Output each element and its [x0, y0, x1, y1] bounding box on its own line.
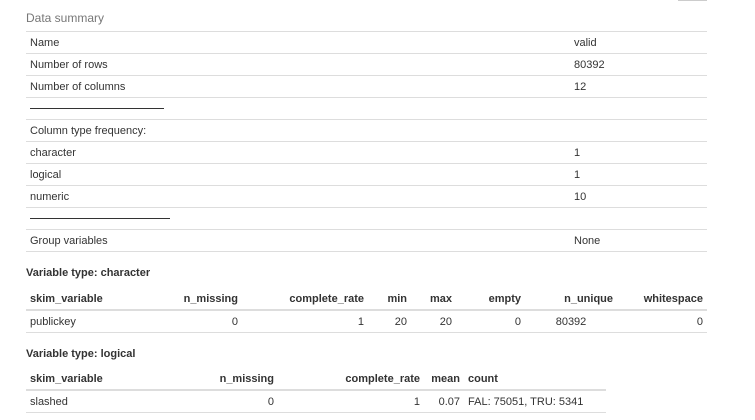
- page: Data summary Name valid Number of rows 8…: [0, 0, 755, 420]
- summary-value: 12: [570, 75, 707, 98]
- character-variables-table: skim_variable n_missing complete_rate mi…: [26, 288, 707, 333]
- summary-separator: [26, 207, 570, 230]
- separator-line: [30, 108, 164, 110]
- summary-label: Number of rows: [26, 53, 570, 76]
- table-cell: 1: [242, 310, 368, 333]
- column-header: max: [411, 288, 456, 311]
- summary-label: Name: [26, 31, 570, 54]
- summary-label: Column type frequency:: [26, 119, 570, 142]
- summary-row-number-of-rows: Number of rows 80392: [26, 53, 707, 76]
- table-cell: 0.07: [424, 390, 464, 413]
- summary-row-column-type-frequency: Column type frequency:: [26, 119, 707, 142]
- summary-label: logical: [26, 163, 570, 186]
- table-row: publickey 0 1 20 20 0 80392 0: [26, 310, 707, 333]
- summary-row-character: character 1: [26, 141, 707, 164]
- top-edge-line: [678, 0, 707, 1]
- column-header: min: [368, 288, 411, 311]
- column-header: mean: [424, 368, 464, 391]
- summary-separator-row: [26, 207, 707, 230]
- table-cell: 20: [411, 310, 456, 333]
- data-summary-caption: Data summary: [26, 11, 105, 25]
- summary-value: None: [570, 229, 707, 252]
- summary-value: [570, 97, 707, 120]
- column-header: whitespace: [617, 288, 707, 311]
- character-header-row: skim_variable n_missing complete_rate mi…: [26, 288, 707, 311]
- summary-value: 1: [570, 141, 707, 164]
- column-header: skim_variable: [26, 288, 136, 311]
- summary-value: 10: [570, 185, 707, 208]
- column-header: n_missing: [136, 288, 242, 311]
- summary-label: Group variables: [26, 229, 570, 252]
- summary-row-number-of-columns: Number of columns 12: [26, 75, 707, 98]
- summary-row-logical: logical 1: [26, 163, 707, 186]
- table-cell: 80392: [525, 310, 617, 333]
- separator-line: [30, 218, 170, 220]
- column-header: n_unique: [525, 288, 617, 311]
- summary-value: [570, 119, 707, 142]
- summary-row-name: Name valid: [26, 31, 707, 54]
- summary-label: character: [26, 141, 570, 164]
- summary-value: valid: [570, 31, 707, 54]
- summary-row-group-variables: Group variables None: [26, 229, 707, 252]
- table-cell: 1: [278, 390, 424, 413]
- summary-row-numeric: numeric 10: [26, 185, 707, 208]
- summary-value: 1: [570, 163, 707, 186]
- table-row: slashed 0 1 0.07 FAL: 75051, TRU: 5341: [26, 390, 606, 413]
- table-cell: 0: [456, 310, 525, 333]
- logical-header-row: skim_variable n_missing complete_rate me…: [26, 368, 606, 391]
- column-header: complete_rate: [242, 288, 368, 311]
- summary-separator: [26, 97, 570, 120]
- summary-label: Number of columns: [26, 75, 570, 98]
- logical-variables-table: skim_variable n_missing complete_rate me…: [26, 368, 606, 413]
- table-cell: 0: [617, 310, 707, 333]
- summary-value: [570, 207, 707, 230]
- data-summary-table: Name valid Number of rows 80392 Number o…: [26, 31, 707, 252]
- character-section-title: Variable type: character: [26, 267, 151, 279]
- table-cell: 0: [168, 390, 278, 413]
- summary-separator-row: [26, 97, 707, 120]
- column-header: n_missing: [168, 368, 278, 391]
- logical-section-title: Variable type: logical: [26, 348, 136, 360]
- table-cell: 20: [368, 310, 411, 333]
- summary-value: 80392: [570, 53, 707, 76]
- table-cell: slashed: [26, 390, 168, 413]
- table-cell: FAL: 75051, TRU: 5341: [464, 390, 606, 413]
- summary-label: numeric: [26, 185, 570, 208]
- table-cell: 0: [136, 310, 242, 333]
- column-header: skim_variable: [26, 368, 168, 391]
- table-cell: publickey: [26, 310, 136, 333]
- column-header: complete_rate: [278, 368, 424, 391]
- column-header: count: [464, 368, 606, 391]
- column-header: empty: [456, 288, 525, 311]
